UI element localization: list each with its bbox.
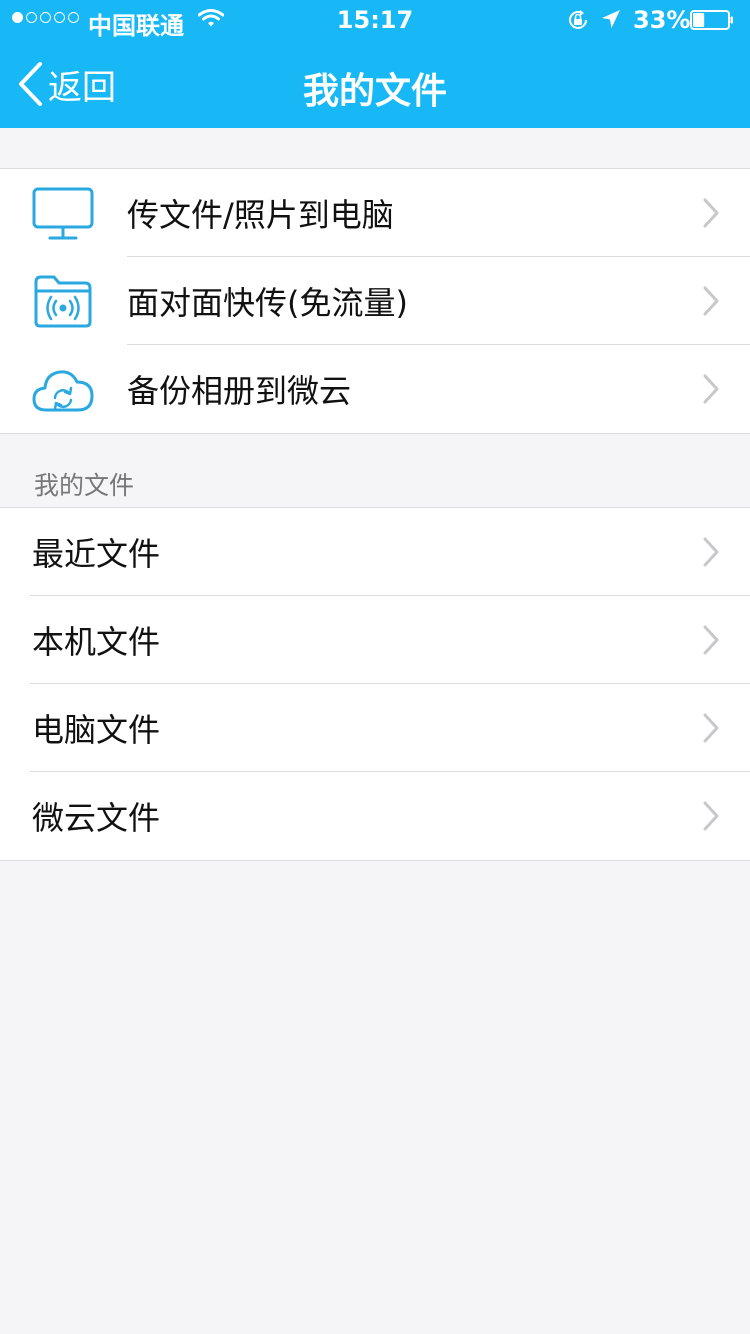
- face-to-face-transfer-row[interactable]: 面对面快传(免流量): [0, 257, 750, 345]
- transfer-to-computer-row[interactable]: 传文件/照片到电脑: [0, 169, 750, 257]
- chevron-right-icon: [703, 198, 719, 228]
- app-header: 中国联通 15:17 33% 返回 我的文件: [0, 0, 750, 128]
- local-files-row[interactable]: 本机文件: [0, 596, 750, 684]
- page-title: 我的文件: [302, 71, 447, 112]
- chevron-right-icon: [703, 374, 719, 404]
- recent-files-row[interactable]: 最近文件: [0, 508, 750, 596]
- computer-files-row[interactable]: 电脑文件: [0, 684, 750, 772]
- navigation-bar: 返回 我的文件: [0, 40, 750, 128]
- quick-actions-group: 传文件/照片到电脑 面对面快传(免流量) 备份相册到微云: [0, 168, 750, 434]
- row-label: 传文件/照片到电脑: [127, 196, 394, 234]
- rotation-lock-icon: [569, 10, 587, 29]
- backup-album-row[interactable]: 备份相册到微云: [0, 345, 750, 433]
- row-label: 备份相册到微云: [127, 372, 352, 410]
- battery-level: [693, 13, 705, 27]
- section-header: 我的文件: [34, 471, 135, 500]
- location-arrow-icon: [602, 10, 620, 28]
- row-label: 微云文件: [32, 799, 161, 837]
- status-bar: 中国联通 15:17 33%: [0, 0, 750, 40]
- row-label: 电脑文件: [32, 711, 161, 749]
- chevron-right-icon: [703, 625, 719, 655]
- chevron-right-icon: [703, 286, 719, 316]
- weiyun-files-row[interactable]: 微云文件: [0, 772, 750, 860]
- chevron-right-icon: [703, 713, 719, 743]
- cloud-sync-icon: [32, 370, 94, 412]
- battery-icon: [690, 10, 733, 30]
- chevron-right-icon: [703, 537, 719, 567]
- monitor-icon: [32, 187, 94, 240]
- row-label: 本机文件: [32, 623, 161, 661]
- folder-wireless-icon: [34, 275, 92, 328]
- my-files-list: 最近文件 本机文件 电脑文件 微云文件: [0, 507, 750, 861]
- chevron-right-icon: [703, 801, 719, 831]
- row-label: 最近文件: [32, 535, 161, 573]
- row-label: 面对面快传(免流量): [127, 284, 408, 322]
- battery-percent: 33%: [633, 6, 691, 34]
